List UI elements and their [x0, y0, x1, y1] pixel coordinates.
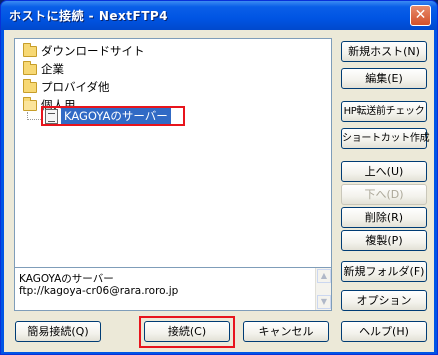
folder-icon [23, 42, 37, 57]
scroll-down-icon[interactable]: ▼ [317, 295, 331, 309]
selected-site-label: KAGOYAのサーバー [61, 108, 171, 124]
tree-connector-line [27, 112, 41, 120]
cancel-button[interactable]: キャンセル [243, 321, 329, 342]
hp-check-button[interactable]: HP転送前チェック [341, 101, 427, 122]
help-button[interactable]: ヘルプ(H) [341, 321, 427, 342]
tree-folder-label: プロバイダ他 [41, 80, 110, 94]
shortcut-button[interactable]: ショートカット作成 [341, 128, 430, 149]
move-up-button[interactable]: 上へ(U) [341, 161, 427, 182]
dialog-window: ホストに接続 - NextFTP4 ✕ ダウンロードサイト 企業 プロバイダ他 … [0, 0, 438, 355]
move-down-button[interactable]: 下へ(D) [341, 184, 427, 205]
connect-button[interactable]: 接続(C) [144, 321, 230, 342]
site-info-name: KAGOYAのサーバー [19, 273, 114, 285]
quick-connect-button[interactable]: 簡易接続(Q) [15, 321, 101, 342]
duplicate-button[interactable]: 複製(P) [341, 230, 427, 251]
tree-site-kagoya[interactable]: KAGOYAのサーバー [41, 106, 185, 126]
info-scrollbar[interactable]: ▲ ▼ [315, 268, 331, 310]
folder-icon [23, 78, 37, 93]
window-title: ホストに接続 - NextFTP4 [9, 9, 169, 23]
delete-button[interactable]: 削除(R) [341, 207, 427, 228]
tree-folder-company[interactable]: 企業 [23, 60, 64, 77]
new-host-button[interactable]: 新規ホスト(N) [341, 41, 427, 62]
title-bar[interactable]: ホストに接続 - NextFTP4 ✕ [1, 1, 437, 30]
site-info-url: ftp://kagoya-cr06@rara.roro.jp [19, 285, 179, 297]
new-folder-button[interactable]: 新規フォルダ(F) [341, 261, 427, 282]
site-info-box: KAGOYAのサーバー ftp://kagoya-cr06@rara.roro.… [14, 267, 332, 311]
tree-folder-provider[interactable]: プロバイダ他 [23, 78, 110, 95]
close-button[interactable]: ✕ [410, 5, 431, 26]
tree-folder-download[interactable]: ダウンロードサイト [23, 42, 145, 59]
close-icon: ✕ [414, 7, 427, 23]
folder-open-icon [23, 96, 37, 111]
dialog-client-area: ダウンロードサイト 企業 プロバイダ他 個人用 KAGOYAのサーバー KAGO… [4, 30, 434, 352]
host-tree[interactable]: ダウンロードサイト 企業 プロバイダ他 個人用 KAGOYAのサーバー [14, 38, 332, 288]
tree-folder-label: ダウンロードサイト [41, 44, 145, 58]
options-button[interactable]: オプション [341, 290, 427, 311]
site-document-icon [45, 109, 58, 124]
scroll-up-icon[interactable]: ▲ [317, 269, 331, 283]
tree-folder-label: 企業 [41, 62, 64, 76]
edit-button[interactable]: 編集(E) [341, 68, 427, 89]
folder-icon [23, 60, 37, 75]
